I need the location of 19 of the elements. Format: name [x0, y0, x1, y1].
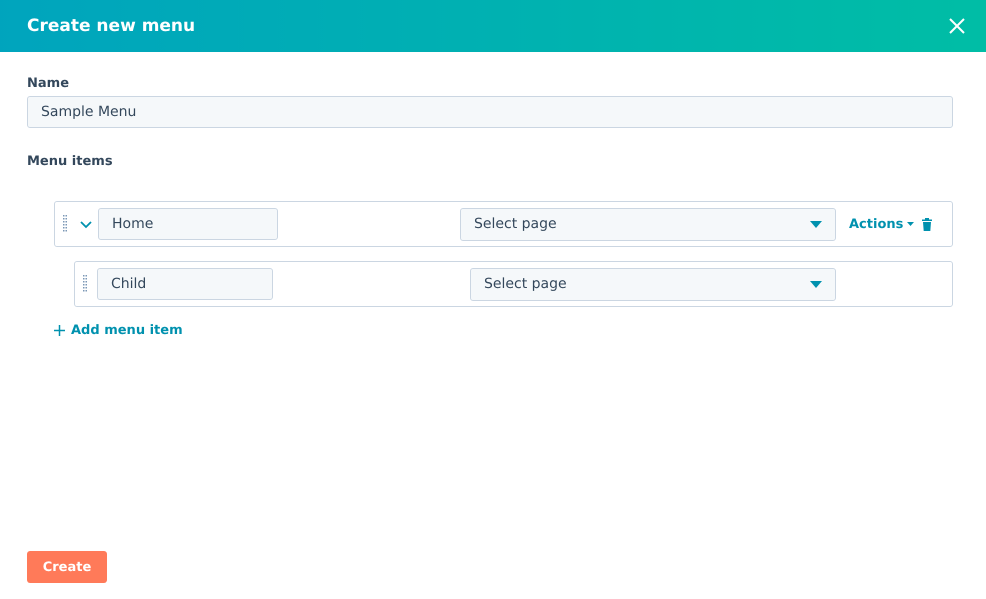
item-name-field[interactable]: Child	[97, 268, 273, 300]
dialog-title: Create new menu	[27, 16, 196, 36]
name-field[interactable]: Sample Menu	[27, 96, 953, 128]
page-select[interactable]: Select page	[470, 268, 836, 300]
item-name-field[interactable]: Home	[98, 208, 278, 240]
caret-icon	[810, 220, 822, 228]
drag-handle-icon[interactable]	[63, 215, 67, 233]
drag-handle-icon[interactable]	[83, 275, 87, 293]
caret-icon	[810, 280, 822, 288]
field-label: Name	[27, 76, 70, 91]
plus-icon	[54, 325, 65, 336]
delete-icon[interactable]	[922, 218, 932, 230]
section-label: Menu items	[27, 154, 114, 169]
chevron-icon[interactable]	[79, 219, 93, 229]
actions-menu[interactable]: Actions	[849, 216, 914, 232]
add-menu-item-link[interactable]: Add menu item	[54, 323, 183, 338]
close-icon[interactable]	[947, 16, 967, 36]
caret-icon	[907, 222, 914, 226]
page-select[interactable]: Select page	[460, 208, 836, 240]
